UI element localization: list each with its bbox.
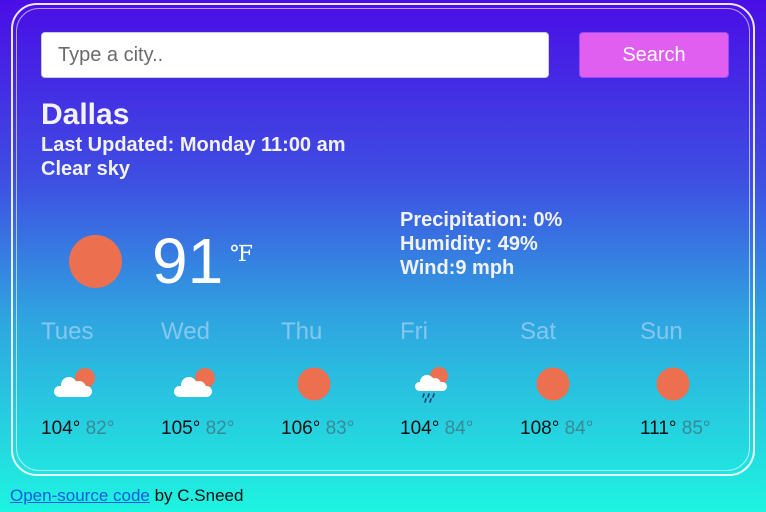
forecast-day-name: Tues — [41, 318, 94, 345]
weather-description: Clear sky — [41, 158, 130, 180]
forecast-day-name: Sun — [640, 318, 683, 345]
sun-icon — [69, 235, 122, 288]
city-name: Dallas — [41, 98, 130, 131]
weather-details: Precipitation: 0% Humidity: 49% Wind:9 m… — [400, 208, 562, 280]
sun-icon — [530, 364, 580, 404]
open-source-link[interactable]: Open-source code — [10, 486, 150, 505]
forecast-day-name: Sat — [520, 318, 557, 345]
last-updated: Last Updated: Monday 11:00 am — [41, 134, 346, 156]
forecast-low: 83° — [325, 418, 355, 439]
temperature-unit: ℉ — [230, 242, 254, 267]
forecast-low: 84° — [444, 418, 474, 439]
forecast-day-name: Thu — [281, 318, 323, 345]
forecast-low: 82° — [85, 418, 115, 439]
forecast-day: Thu 106° 83° — [281, 318, 391, 440]
sun-icon — [650, 364, 700, 404]
wind: Wind:9 mph — [400, 257, 515, 279]
forecast-high: 111° — [640, 418, 677, 439]
current-temperature: 91 — [152, 225, 224, 297]
forecast-temps: 106° 83° — [281, 418, 391, 440]
forecast-low: 85° — [681, 418, 711, 439]
forecast-day: Wed 105° 82° — [161, 318, 271, 440]
search-button[interactable]: Search — [579, 32, 729, 78]
forecast-day-name: Wed — [161, 318, 210, 345]
forecast-high: 104° — [41, 418, 81, 439]
forecast-day: Sat 108° 84° — [520, 318, 630, 440]
forecast-temps: 111° 85° — [640, 418, 750, 440]
humidity: Humidity: 49% — [400, 233, 538, 255]
forecast-high: 106° — [281, 418, 321, 439]
city-search-input[interactable] — [41, 32, 549, 78]
forecast-high: 108° — [520, 418, 560, 439]
footer-credit: by C.Sneed — [149, 486, 244, 505]
forecast-temps: 104° 82° — [41, 418, 151, 440]
forecast-temps: 105° 82° — [161, 418, 271, 440]
rain-cloud-icon — [410, 364, 460, 404]
precipitation: Precipitation: 0% — [400, 209, 563, 231]
forecast-day: Fri 104° 84° — [400, 318, 510, 440]
forecast-day: Tues 104° 82° — [41, 318, 151, 440]
footer: Open-source code by C.Sneed — [10, 486, 243, 506]
sun-icon — [291, 364, 341, 404]
forecast-temps: 108° 84° — [520, 418, 630, 440]
forecast-day-name: Fri — [400, 318, 428, 345]
forecast-day: Sun 111° 85° — [640, 318, 750, 440]
forecast-temps: 104° 84° — [400, 418, 510, 440]
forecast-high: 105° — [161, 418, 201, 439]
forecast-low: 82° — [205, 418, 235, 439]
forecast-low: 84° — [564, 418, 594, 439]
forecast-high: 104° — [400, 418, 440, 439]
partly-cloudy-icon — [171, 364, 221, 404]
partly-cloudy-icon — [51, 364, 101, 404]
